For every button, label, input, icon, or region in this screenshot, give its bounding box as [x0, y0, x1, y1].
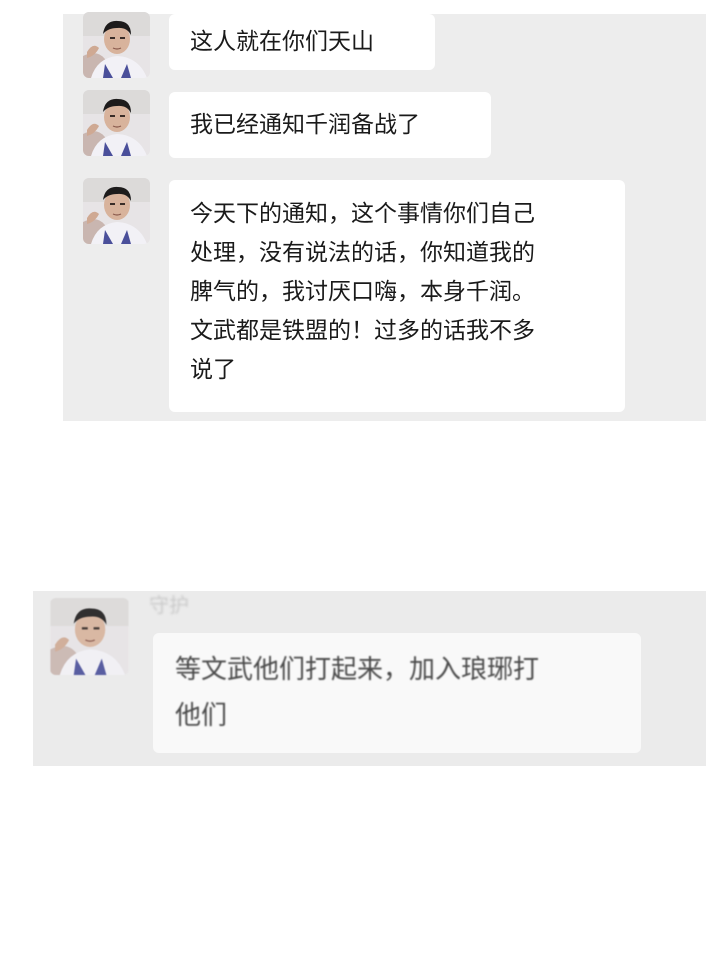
message-text-line: 脾气的，我讨厌口嗨，本身千润。: [190, 279, 535, 305]
avatar-photo-icon: [83, 178, 150, 244]
message-text: 我已经通知千润备战了: [190, 112, 420, 138]
chat-panel-top: 这人就在你们天山 我已经通知千润备战了 今天下的通知，这个事情你们自己 处理，没…: [63, 14, 706, 421]
contact-avatar[interactable]: [50, 598, 129, 675]
message-text-line: 他们: [175, 701, 228, 731]
message-bubble[interactable]: 等文武他们打起来，加入琅琊打 他们: [153, 633, 641, 753]
message-text-line: 说了: [190, 357, 236, 383]
message-text-line: 文武都是铁盟的！过多的话我不多: [190, 318, 535, 344]
message-bubble[interactable]: 今天下的通知，这个事情你们自己 处理，没有说法的话，你知道我的 脾气的，我讨厌口…: [169, 180, 625, 412]
sender-name: 守护: [149, 593, 189, 617]
message-bubble[interactable]: 这人就在你们天山: [169, 14, 435, 70]
contact-avatar[interactable]: [83, 90, 150, 156]
message-text: 这人就在你们天山: [190, 29, 374, 55]
avatar-photo-icon: [83, 12, 150, 78]
message-text-line: 今天下的通知，这个事情你们自己: [190, 201, 535, 227]
avatar-photo-icon: [50, 598, 129, 675]
avatar-photo-icon: [83, 90, 150, 156]
message-text-line: 处理，没有说法的话，你知道我的: [190, 240, 535, 266]
message-text-line: 等文武他们打起来，加入琅琊打: [175, 655, 540, 685]
contact-avatar[interactable]: [83, 12, 150, 78]
chat-panel-bottom: 守护 等文武他们打起来，加入琅琊打 他们: [33, 591, 706, 766]
contact-avatar[interactable]: [83, 178, 150, 244]
message-bubble[interactable]: 我已经通知千润备战了: [169, 92, 491, 158]
